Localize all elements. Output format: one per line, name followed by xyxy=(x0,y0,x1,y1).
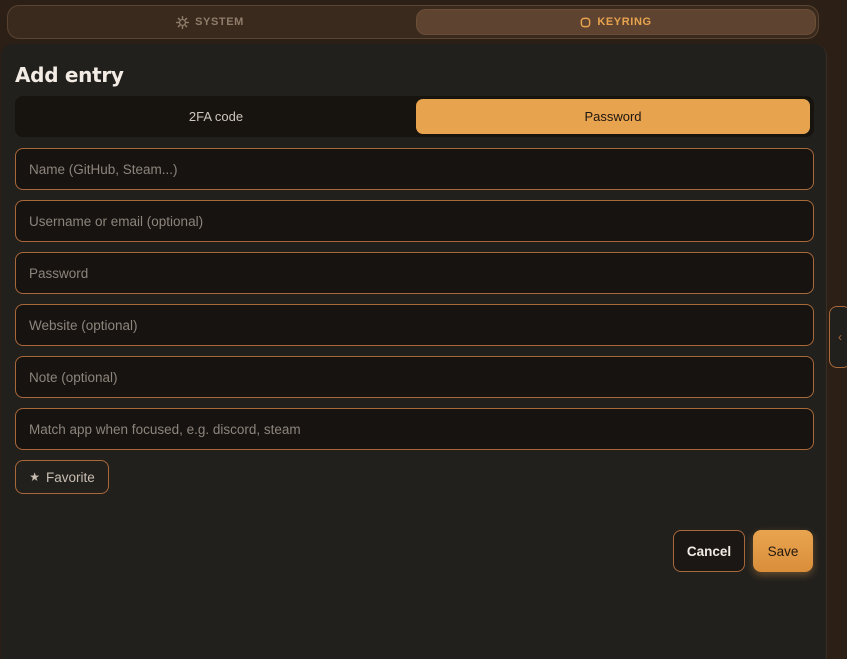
gear-icon xyxy=(176,15,190,29)
entry-type-selector: 2FA code Password xyxy=(15,96,814,137)
website-input[interactable]: Website (optional) xyxy=(15,304,814,346)
tab-password[interactable]: Password xyxy=(416,99,810,134)
favorite-label: Favorite xyxy=(45,469,95,485)
name-input[interactable]: Name (GitHub, Steam...) xyxy=(15,148,814,190)
username-input[interactable]: Username or email (optional) xyxy=(15,200,814,242)
match-app-input[interactable]: Match app when focused, e.g. discord, st… xyxy=(15,408,814,450)
tab-keyring[interactable]: KEYRING xyxy=(416,9,816,35)
top-tab-bar: SYSTEM KEYRING xyxy=(7,5,819,39)
tab-keyring-label: KEYRING xyxy=(597,16,652,28)
chevron-left-icon: ‹ xyxy=(838,330,842,344)
cancel-button[interactable]: Cancel xyxy=(673,530,745,572)
favorite-toggle[interactable]: ★ Favorite xyxy=(15,460,109,494)
page-title: Add entry xyxy=(15,63,124,87)
note-input[interactable]: Note (optional) xyxy=(15,356,814,398)
save-button[interactable]: Save xyxy=(753,530,813,572)
add-entry-panel: Add entry 2FA code Password Name (GitHub… xyxy=(1,44,827,659)
ring-icon xyxy=(580,17,591,28)
password-input[interactable]: Password xyxy=(15,252,814,294)
tab-system-label: SYSTEM xyxy=(195,16,244,28)
tab-2fa-code[interactable]: 2FA code xyxy=(18,99,414,134)
side-panel-toggle[interactable]: ‹ xyxy=(829,306,847,368)
star-icon: ★ xyxy=(29,470,40,484)
tab-system[interactable]: SYSTEM xyxy=(11,9,409,35)
